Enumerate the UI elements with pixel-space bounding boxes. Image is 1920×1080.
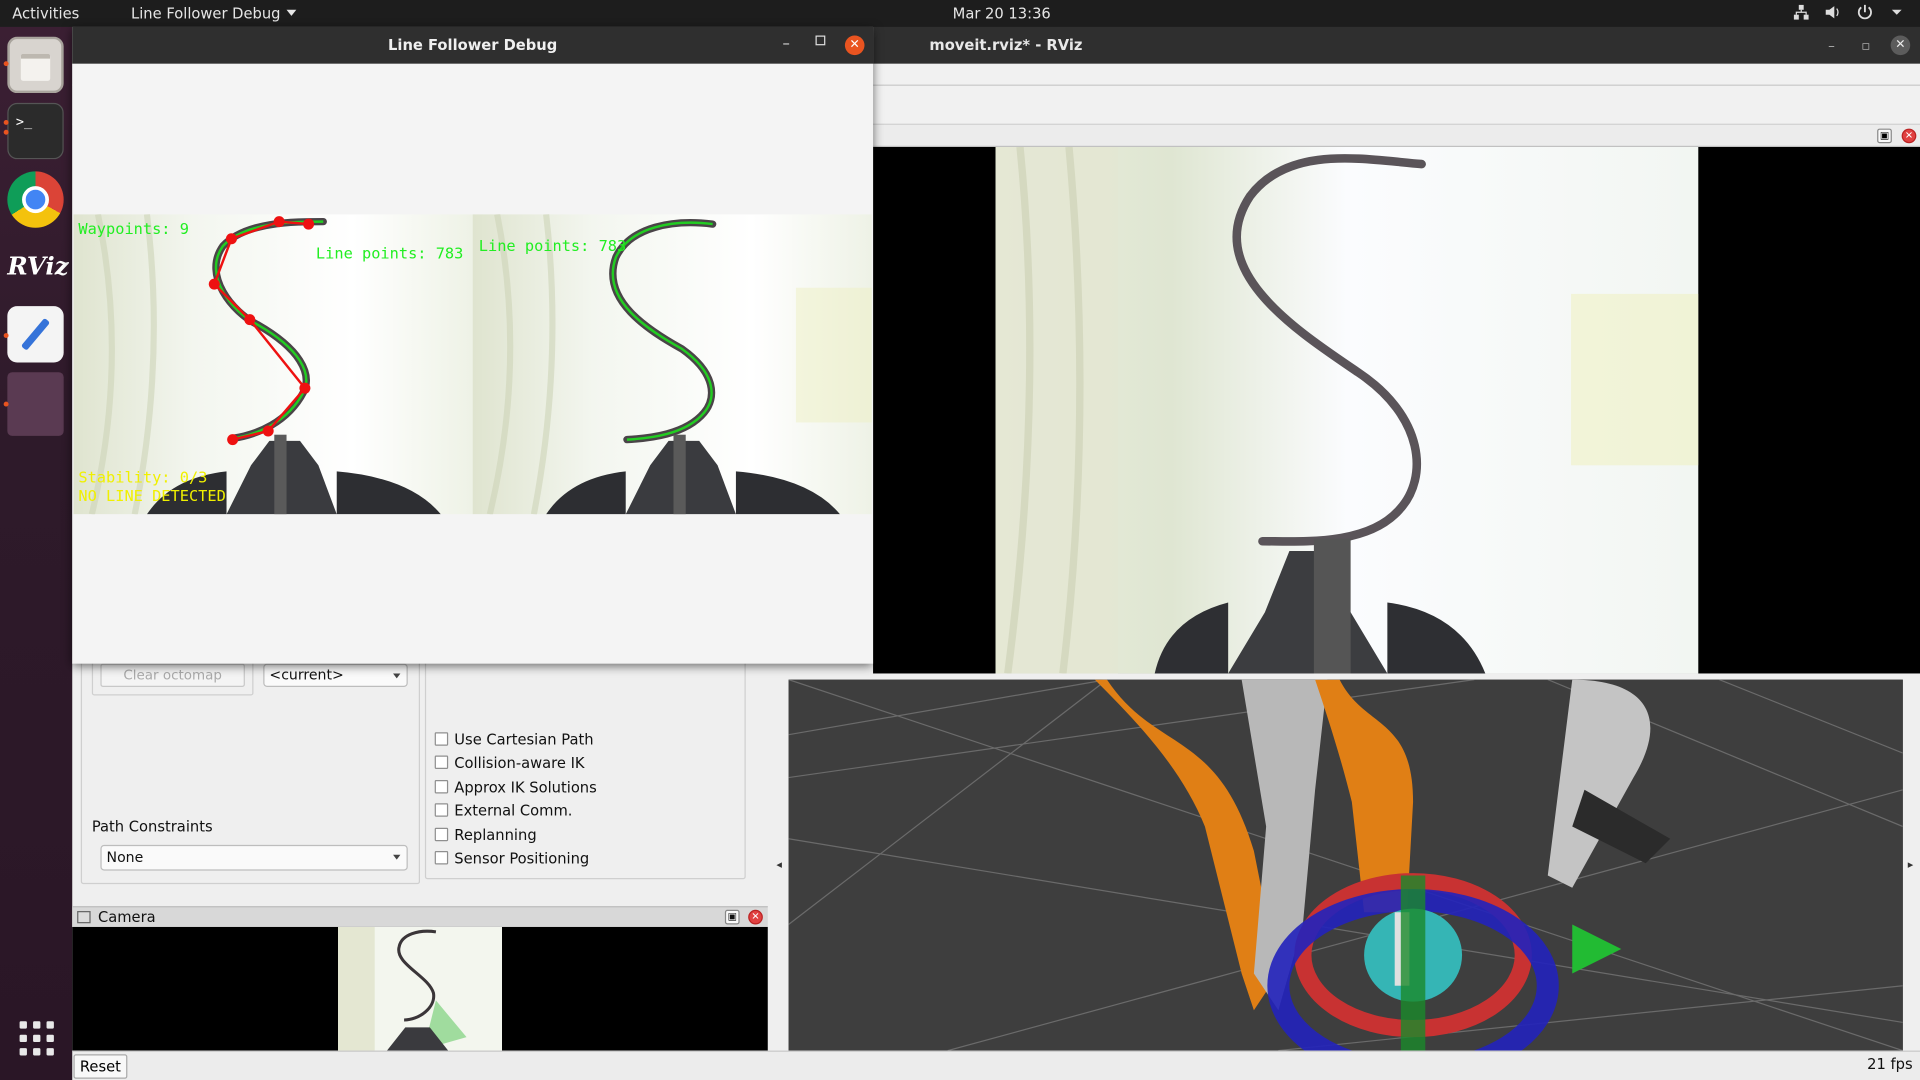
checkbox-label: Use Cartesian Path [454,731,594,749]
camera-thumbnail [337,926,503,1051]
minimize-icon[interactable]: – [1828,38,1835,54]
line-points-right-readout: Line points: 783 [478,236,627,255]
rviz-window-title: moveit.rviz* - RViz [929,36,1083,54]
replanning-checkbox[interactable]: Replanning [434,826,537,847]
running-indicator [3,129,9,135]
checkbox-label: Replanning [454,826,537,844]
camera-panel-header: Camera ▣ ✕ [72,906,768,927]
path-constraints-label: Path Constraints [91,817,213,836]
active-app-icon[interactable] [7,372,64,436]
running-indicator [3,120,9,125]
collapse-left-icon[interactable]: ◂ [776,860,782,872]
chrome-icon[interactable] [7,171,64,228]
close-panel-icon[interactable]: ✕ [1901,128,1917,144]
sensor-positioning-checkbox[interactable]: Sensor Positioning [434,849,590,870]
running-indicator [3,333,9,338]
robot-scene [788,679,1903,1051]
line-follower-window: Line Follower Debug – ✕ Waypoints: 9 Lin… [72,26,874,664]
checkbox-box[interactable] [434,732,449,746]
collapse-right-icon[interactable]: ▸ [1908,860,1914,872]
external-comm-checkbox[interactable]: External Comm. [434,802,573,822]
path-constraints-select[interactable]: None [100,844,408,871]
show-applications-icon[interactable] [19,1021,54,1056]
image-view [873,146,1920,674]
checkbox-label: External Comm. [454,802,573,820]
start-state-value: <current> [269,666,344,684]
checkbox-label: Sensor Positioning [454,849,590,867]
no-line-detected-status: NO LINE DETECTED [78,486,226,505]
close-icon[interactable]: ✕ [844,35,865,56]
line-points-left-readout: Line points: 783 [315,243,464,263]
terminal-glyph: >_ [15,113,33,130]
files-icon[interactable] [7,36,64,94]
terminal-icon[interactable]: >_ [7,102,64,160]
reset-button[interactable]: Reset [73,1054,128,1079]
approx-ik-checkbox[interactable]: Approx IK Solutions [434,778,597,799]
clock[interactable]: Mar 20 13:36 [953,5,1051,22]
use-cartesian-path-checkbox[interactable]: Use Cartesian Path [434,731,594,751]
top-bar: Activities Line Follower Debug Mar 20 13… [0,0,1920,27]
stability-readout: Stability: 0/3 [78,467,208,487]
start-state-select[interactable]: <current> [263,663,408,687]
close-panel-icon[interactable]: ✕ [748,909,763,925]
dock: >_ RViz [0,26,73,1080]
fps-readout: 21 fps [1867,1055,1913,1073]
chevron-down-icon [393,673,401,679]
checkbox-box[interactable] [434,851,449,865]
rviz-icon[interactable]: RViz [7,238,68,294]
collision-aware-ik-checkbox[interactable]: Collision-aware IK [434,754,585,774]
line-follower-title: Line Follower Debug [388,36,558,54]
network-icon [1793,4,1809,20]
text-editor-icon[interactable] [7,306,64,363]
app-menu[interactable]: Line Follower Debug [131,4,297,23]
running-indicator [3,61,9,67]
chevron-down-icon [1891,9,1902,15]
camera-image [995,146,1699,674]
status-bar [72,1050,1920,1080]
3d-view[interactable] [788,679,1903,1051]
close-icon[interactable]: ✕ [1890,35,1911,56]
checkbox-label: Collision-aware IK [454,754,585,772]
path-constraints-value: None [106,848,144,866]
checkbox-box[interactable] [434,827,449,842]
waypoints-readout: Waypoints: 9 [78,219,189,238]
checkbox-box[interactable] [434,780,449,794]
checkbox-label: Approx IK Solutions [454,778,597,796]
system-tray[interactable] [1793,4,1906,21]
activities-button[interactable]: Activities [12,5,79,22]
line-follower-titlebar[interactable]: Line Follower Debug – ✕ [72,26,874,64]
app-menu-label: Line Follower Debug [131,4,281,23]
undock-icon[interactable]: ▣ [724,909,740,925]
checkbox-box[interactable] [434,803,449,817]
camera-panel-title: Camera [97,908,156,926]
camera-view [72,926,768,1051]
minimize-icon[interactable]: – [782,34,789,51]
undock-icon[interactable]: ▣ [1877,128,1892,144]
camera-icon [77,911,91,924]
running-indicator [3,401,9,407]
chevron-down-icon [286,9,297,16]
debug-image: Waypoints: 9 Line points: 783 Line point… [73,214,872,515]
checkbox-box[interactable] [434,755,449,769]
volume-icon [1825,6,1839,19]
image-panel-header: ▣ ✕ [873,124,1920,147]
power-icon [1857,4,1872,20]
maximize-icon[interactable]: ▫ [1861,38,1870,54]
maximize-icon[interactable] [815,35,826,46]
clear-octomap-button[interactable]: Clear octomap [100,663,245,687]
chevron-down-icon [393,854,401,860]
